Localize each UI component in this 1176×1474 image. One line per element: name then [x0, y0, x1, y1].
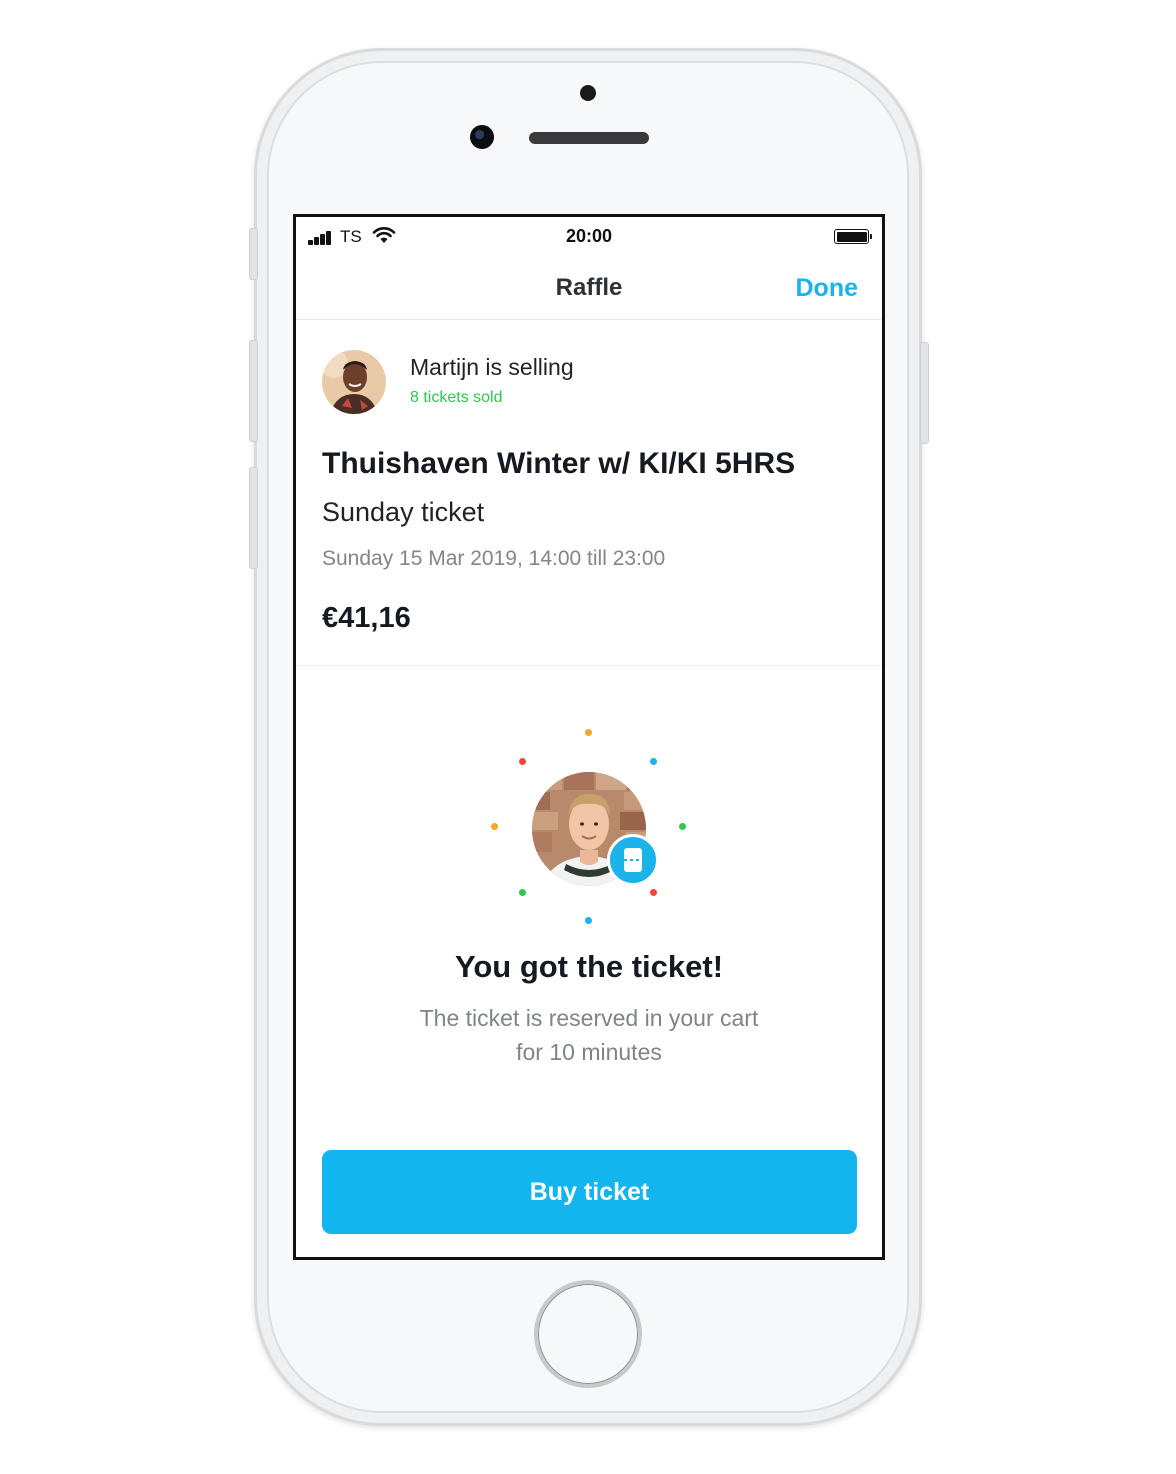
tickets-sold-count: 8 tickets sold — [410, 389, 503, 406]
navigation-bar: Raffle Done — [296, 261, 882, 320]
seller-name: Martijn is selling — [410, 354, 574, 380]
confetti-dot — [491, 823, 498, 830]
section-divider — [296, 665, 882, 666]
app-screen: TS 20:00 Raffle Done Martijn is selling … — [293, 214, 885, 1260]
result-message-line: The ticket is reserved in your cart — [419, 1005, 759, 1031]
power-button — [920, 342, 929, 444]
proximity-sensor — [580, 85, 596, 101]
seller-info: Martijn is selling 8 tickets sold — [322, 350, 862, 420]
page-title: Raffle — [555, 274, 623, 301]
status-time: 20:00 — [565, 226, 613, 246]
seller-avatar[interactable] — [322, 350, 386, 414]
mute-switch — [249, 228, 258, 280]
volume-down-button — [249, 467, 258, 569]
ticket-icon — [607, 834, 659, 886]
confetti-dot — [585, 917, 592, 924]
done-button[interactable]: Done — [796, 274, 859, 303]
front-camera — [470, 125, 494, 149]
earpiece-speaker — [529, 132, 649, 144]
volume-up-button — [249, 340, 258, 442]
status-bar: TS 20:00 — [296, 217, 882, 257]
confetti-dot — [585, 729, 592, 736]
ticket-price: €41,16 — [322, 602, 411, 634]
home-button[interactable] — [534, 1280, 642, 1388]
result-message: The ticket is reserved in your cart for … — [296, 1001, 882, 1069]
battery-icon — [834, 229, 872, 244]
confetti-dot — [650, 889, 657, 896]
confetti-dot — [519, 758, 526, 765]
result-message-line: for 10 minutes — [516, 1039, 662, 1065]
ticket-type: Sunday ticket — [322, 497, 485, 527]
result-title: You got the ticket! — [454, 949, 724, 984]
confetti-dot — [650, 758, 657, 765]
confetti-dot — [519, 889, 526, 896]
event-date: Sunday 15 Mar 2019, 14:00 till 23:00 — [322, 547, 666, 570]
buy-ticket-button[interactable]: Buy ticket — [322, 1150, 857, 1234]
confetti-dot — [679, 823, 686, 830]
event-title: Thuishaven Winter w/ KI/KI 5HRS — [322, 447, 796, 480]
